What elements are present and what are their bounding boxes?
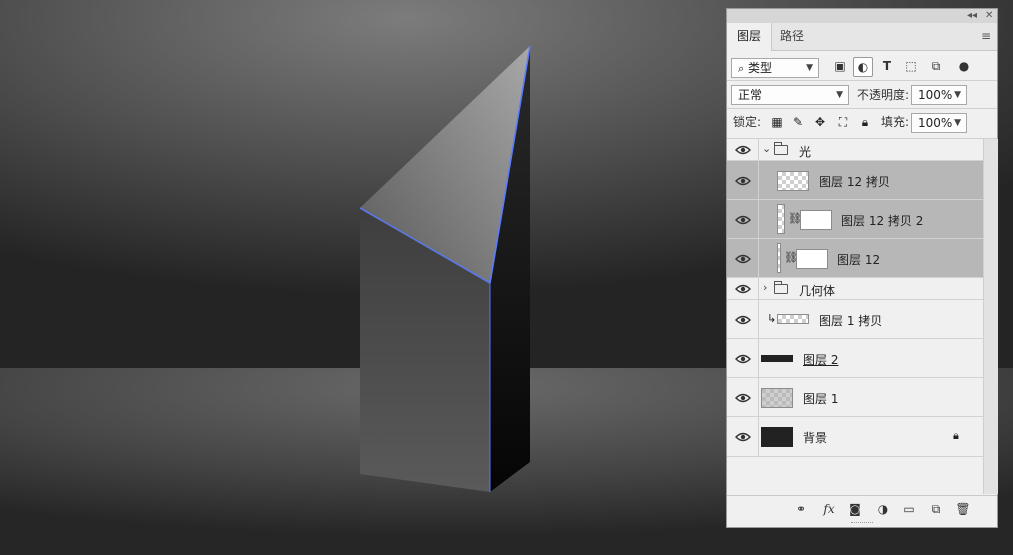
lock-icon: 🔒︎ xyxy=(953,429,959,442)
chevron-down-icon: ▼ xyxy=(836,90,843,100)
toggle-filter-icon[interactable]: ● xyxy=(955,57,973,75)
shape-filter-icon[interactable]: ⬚ xyxy=(902,57,920,75)
fill-label: 填充: xyxy=(881,115,910,129)
eye-icon[interactable] xyxy=(735,174,751,188)
layer-thumbnail xyxy=(777,204,785,234)
lock-artboard-icon[interactable]: ⛶ xyxy=(835,114,851,130)
folder-icon xyxy=(774,142,788,155)
blend-mode-select[interactable]: 正常 ▼ xyxy=(731,85,849,105)
fill-input[interactable]: 100% ▼ xyxy=(911,113,967,133)
layer-name: 图层 12 拷贝 2 xyxy=(841,214,924,228)
tab-layers[interactable]: 图层 xyxy=(727,23,773,51)
layer-background[interactable]: 背景 🔒︎ xyxy=(727,417,983,457)
layer-thumbnail xyxy=(761,388,793,408)
layer-thumbnail xyxy=(761,427,793,447)
close-icon[interactable]: ✕ xyxy=(985,9,993,23)
tab-paths[interactable]: 路径 xyxy=(770,23,814,50)
eye-icon[interactable] xyxy=(735,430,751,444)
layer-item[interactable]: ⛓ 图层 12 拷贝 2 xyxy=(727,200,983,239)
opacity-input[interactable]: 100% ▼ xyxy=(911,85,967,105)
eye-icon[interactable] xyxy=(735,213,751,227)
type-filter-icon[interactable]: T xyxy=(878,57,896,75)
panel-bottom-toolbar: ⚭ fx ◙ ◑ ▭ ⧉ 🗑︎ xyxy=(727,495,997,522)
layer-thumbnail xyxy=(777,243,781,273)
resize-grip[interactable] xyxy=(851,522,873,528)
panel-titlebar[interactable]: ◂◂ ✕ xyxy=(727,9,997,24)
chevron-down-icon[interactable]: ⌄ xyxy=(762,142,771,155)
new-group-icon[interactable]: ▭ xyxy=(901,501,917,517)
layer-thumbnail xyxy=(777,314,809,324)
chevron-down-icon: ▼ xyxy=(954,118,961,128)
panel-tab-row: 图层 路径 ≡ xyxy=(727,23,997,51)
layer-item[interactable]: 图层 2 xyxy=(727,339,983,378)
image-filter-icon[interactable]: ▣ xyxy=(831,57,849,75)
search-icon: ⌕ xyxy=(738,62,745,75)
eye-icon[interactable] xyxy=(735,282,751,296)
layer-item[interactable]: ↳ 图层 1 拷贝 xyxy=(727,300,983,339)
panel-menu-icon[interactable]: ≡ xyxy=(981,29,991,43)
eye-icon[interactable] xyxy=(735,391,751,405)
lock-transparency-icon[interactable]: ▦ xyxy=(769,114,785,130)
filter-kind-select[interactable]: ⌕ 类型 ▼ xyxy=(731,58,819,78)
blend-row: 正常 ▼ 不透明度: 100% ▼ xyxy=(727,81,997,109)
fx-icon[interactable]: fx xyxy=(821,501,837,517)
layer-item[interactable]: 图层 1 xyxy=(727,378,983,417)
adjustment-filter-icon[interactable]: ◐ xyxy=(853,57,873,77)
layer-name: 图层 2 xyxy=(803,353,839,367)
fill-value: 100% xyxy=(918,116,953,130)
layer-mask-thumbnail xyxy=(796,249,828,269)
chevron-down-icon: ▼ xyxy=(954,90,961,100)
layer-thumbnail xyxy=(761,355,793,362)
chevron-right-icon[interactable]: › xyxy=(763,281,767,294)
layer-name: 图层 12 xyxy=(837,253,881,267)
layer-list-scrollbar[interactable] xyxy=(983,139,998,494)
lock-position-icon[interactable]: ✥ xyxy=(812,114,828,130)
clipping-arrow-icon: ↳ xyxy=(767,312,777,325)
layer-name: 图层 1 xyxy=(803,392,839,406)
layer-name: 几何体 xyxy=(799,284,836,298)
chevron-down-icon: ▼ xyxy=(806,63,813,73)
delete-icon[interactable]: 🗑︎ xyxy=(955,501,971,517)
layer-mask-thumbnail xyxy=(800,210,832,230)
eye-icon[interactable] xyxy=(735,143,751,157)
layer-item[interactable]: 图层 12 拷贝 xyxy=(727,161,983,200)
layer-name: 图层 12 拷贝 xyxy=(819,175,890,189)
layer-group-geometry[interactable]: › 几何体 xyxy=(727,278,983,300)
add-mask-icon[interactable]: ◙ xyxy=(847,501,863,517)
adjustment-layer-icon[interactable]: ◑ xyxy=(875,501,891,517)
eye-icon[interactable] xyxy=(735,352,751,366)
layers-panel: ◂◂ ✕ 图层 路径 ≡ ⌕ 类型 ▼ ▣ ◐ T ⬚ ⧉ ● 正常 ▼ 不透明… xyxy=(726,8,998,528)
blend-mode-value: 正常 xyxy=(738,88,763,102)
lock-paint-icon[interactable]: ✎ xyxy=(790,114,806,130)
collapse-icon[interactable]: ◂◂ xyxy=(967,9,977,23)
layer-item[interactable]: ⛓ 图层 12 xyxy=(727,239,983,278)
eye-icon[interactable] xyxy=(735,252,751,266)
layer-list: ⌄ 光 图层 12 拷贝 ⛓ 图层 12 拷贝 2 ⛓ 图层 12 › 几何体 … xyxy=(727,139,983,494)
folder-icon xyxy=(774,281,788,294)
filter-kind-label: 类型 xyxy=(748,61,773,75)
lock-all-icon[interactable]: 🔒︎ xyxy=(857,114,873,130)
layer-thumbnail xyxy=(777,171,809,191)
opacity-label: 不透明度: xyxy=(857,88,910,102)
eye-icon[interactable] xyxy=(735,313,751,327)
opacity-value: 100% xyxy=(918,88,953,102)
layer-name: 背景 xyxy=(803,431,828,445)
layer-name: 光 xyxy=(799,145,812,159)
lock-label: 锁定: xyxy=(733,115,762,129)
link-icon[interactable]: ⚭ xyxy=(793,501,809,517)
new-layer-icon[interactable]: ⧉ xyxy=(928,501,944,517)
smart-object-filter-icon[interactable]: ⧉ xyxy=(927,57,945,75)
layer-name: 图层 1 拷贝 xyxy=(819,314,883,328)
layer-group-light[interactable]: ⌄ 光 xyxy=(727,139,983,161)
